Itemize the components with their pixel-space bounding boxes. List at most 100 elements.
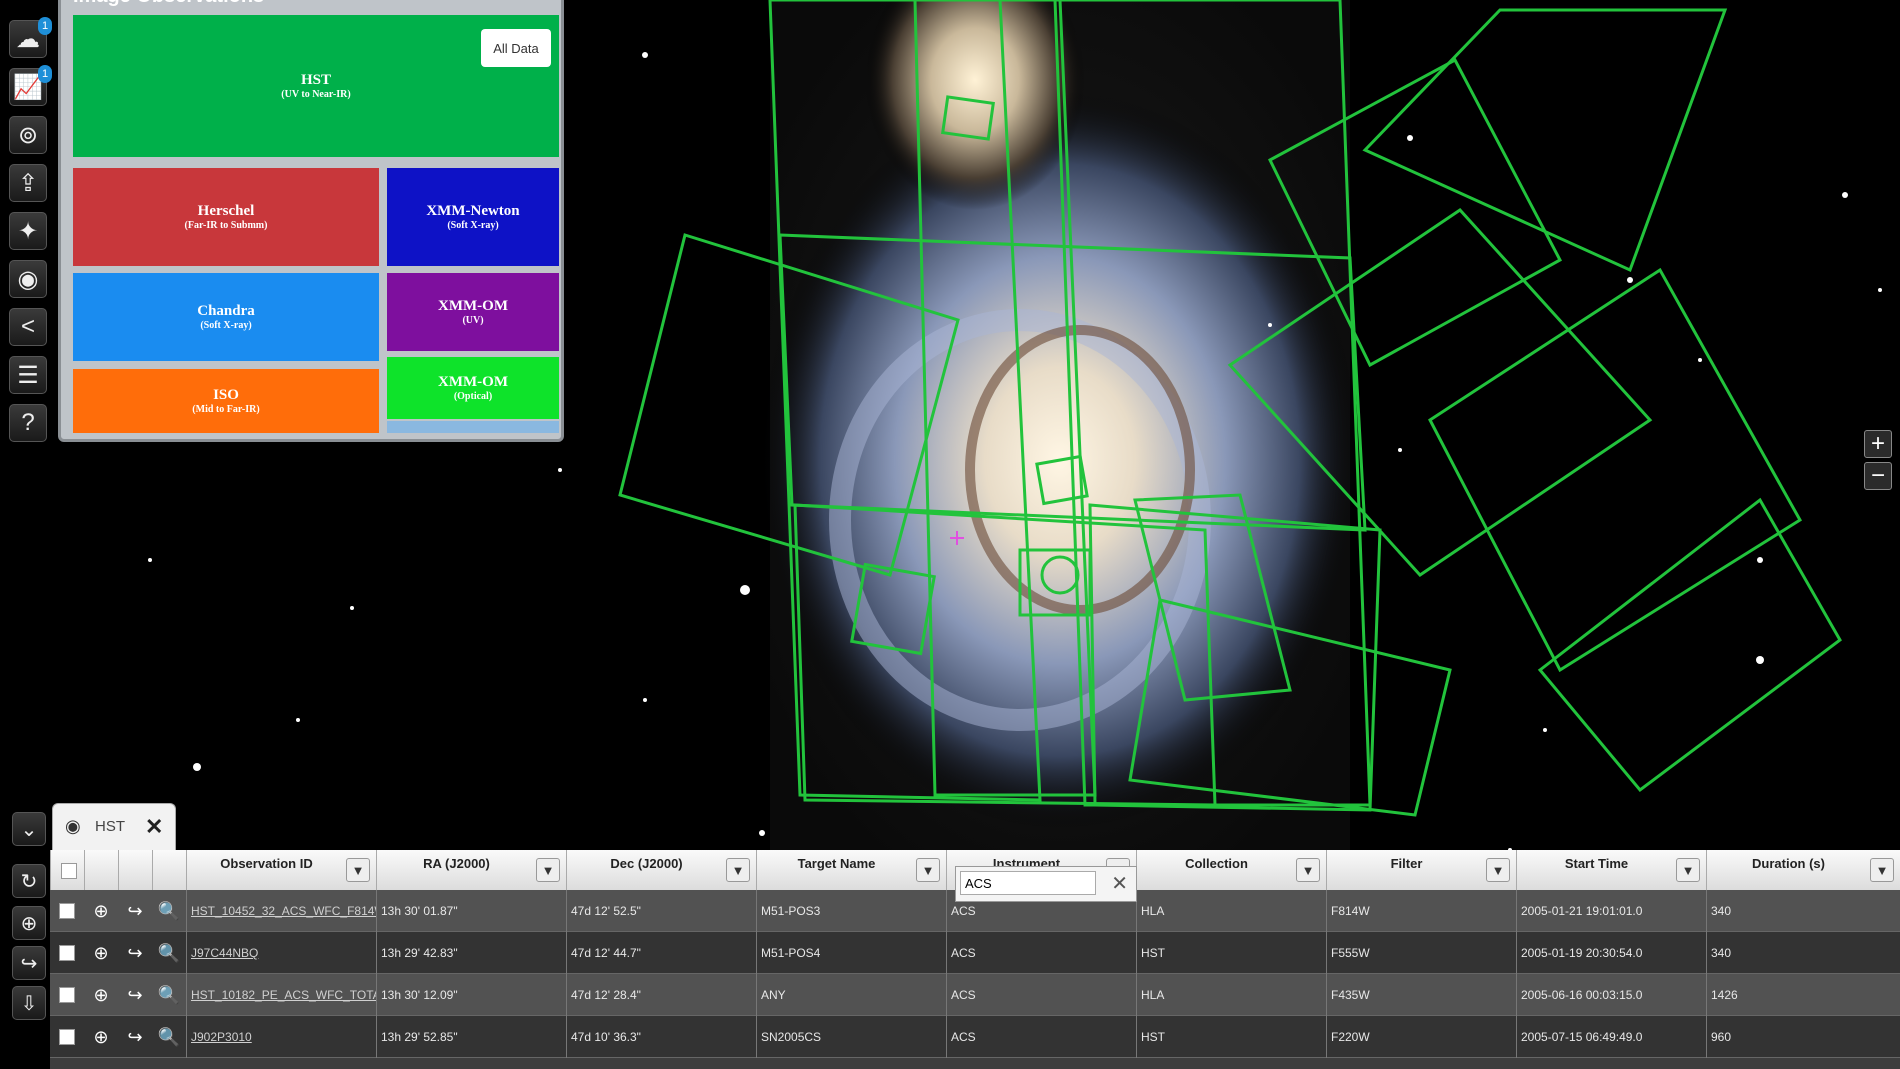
filter-icon[interactable]: ▼	[536, 858, 560, 882]
menu-icon[interactable]: ☰	[9, 356, 47, 394]
preview-icon[interactable]: 🔍	[152, 974, 186, 1016]
table-row[interactable]: ⊕ ↪ 🔍 HST_10182_PE_ACS_WFC_TOTAL 13h 30' 12.…	[50, 974, 1900, 1016]
table-cell: 2005-01-19 20:30:54.0	[1516, 932, 1706, 974]
target-icon[interactable]: ⊕	[84, 1016, 118, 1058]
select-all-checkbox[interactable]	[61, 863, 77, 879]
target-icon[interactable]: ⊕	[84, 890, 118, 932]
tile-chandra[interactable]: Chandra (Soft X-ray)	[73, 273, 379, 361]
send-icon[interactable]: ↪	[118, 932, 152, 974]
panel-title: Image Observations	[73, 0, 264, 8]
tab-hst[interactable]: ◉ HST ✕	[52, 803, 176, 851]
tile-xmm-newton[interactable]: XMM-Newton (Soft X-ray)	[387, 168, 559, 266]
zoom-out-button[interactable]: −	[1864, 462, 1892, 490]
share-icon[interactable]: <	[9, 308, 47, 346]
table-cell: HLA	[1136, 890, 1326, 932]
tile-iso[interactable]: ISO (Mid to Far-IR)	[73, 369, 379, 433]
tile-range: (Optical)	[453, 391, 493, 402]
chart-icon[interactable]: 📈 1	[9, 65, 52, 106]
row-checkbox[interactable]	[50, 1016, 84, 1058]
column-title: Start Time	[1564, 856, 1629, 871]
tile-name: ISO	[213, 387, 239, 403]
table-cell: F555W	[1326, 932, 1516, 974]
eye-icon[interactable]: ◉	[65, 816, 81, 837]
tile-xmm-om-optical[interactable]: XMM-OM (Optical)	[387, 357, 559, 419]
help-icon[interactable]: ?	[9, 404, 47, 442]
refresh-icon[interactable]: ↻	[12, 864, 46, 898]
table-row[interactable]: ⊕ ↪ 🔍 J97C44NBQ 13h 29' 42.83" 47d 12' 44.7" M…	[50, 932, 1900, 974]
table-cell: 13h 30' 01.87"	[376, 890, 566, 932]
observation-id-link[interactable]: HST_10182_PE_ACS_WFC_TOTAL	[186, 974, 376, 1016]
tile-name: XMM-Newton	[426, 203, 520, 219]
table-cell: 2005-07-15 06:49:49.0	[1516, 1016, 1706, 1058]
tab-label: HST	[95, 818, 125, 835]
tile-other[interactable]	[387, 421, 559, 433]
table-cell: 340	[1706, 890, 1900, 932]
preview-icon[interactable]: 🔍	[152, 890, 186, 932]
table-cell: 1426	[1706, 974, 1900, 1016]
target-icon[interactable]: ⊕	[84, 974, 118, 1016]
target-icon[interactable]: ⊕	[12, 906, 46, 940]
observation-id-link[interactable]: J97C44NBQ	[186, 932, 376, 974]
zoom-in-button[interactable]: +	[1864, 430, 1892, 458]
column-ra[interactable]: RA (J2000) ▼	[376, 850, 566, 890]
send-icon[interactable]: ↪	[118, 890, 152, 932]
row-checkbox[interactable]	[50, 932, 84, 974]
table-cell: ACS	[946, 932, 1136, 974]
camera-icon[interactable]: ◉	[9, 260, 47, 298]
table-cell: HLA	[1136, 974, 1326, 1016]
row-checkbox[interactable]	[50, 890, 84, 932]
all-data-button[interactable]: All Data	[481, 29, 551, 67]
table-cell: 2005-06-16 00:03:15.0	[1516, 974, 1706, 1016]
send-icon[interactable]: ↪	[118, 1016, 152, 1058]
column-duration[interactable]: Duration (s) ▼	[1706, 850, 1900, 890]
tile-range: (Soft X-ray)	[200, 320, 252, 331]
column-target-name[interactable]: Target Name ▼	[756, 850, 946, 890]
instrument-filter-input[interactable]	[960, 871, 1096, 895]
preview-icon[interactable]: 🔍	[152, 1016, 186, 1058]
column-dec[interactable]: Dec (J2000) ▼	[566, 850, 756, 890]
send-icon[interactable]: ↪	[12, 946, 46, 980]
filter-icon[interactable]: ▼	[1296, 858, 1320, 882]
column-observation-id[interactable]: Observation ID ▼	[186, 850, 376, 890]
send-icon[interactable]: ↪	[118, 974, 152, 1016]
table-cell: ACS	[946, 1016, 1136, 1058]
filter-icon[interactable]: ▼	[1486, 858, 1510, 882]
badge-count: 1	[38, 65, 52, 83]
filter-icon[interactable]: ▼	[916, 858, 940, 882]
column-collection[interactable]: Collection ▼	[1136, 850, 1326, 890]
download-icon[interactable]: ⇩	[12, 986, 46, 1020]
tile-name: XMM-OM	[438, 298, 508, 314]
column-title: Collection	[1185, 856, 1248, 871]
tile-xmm-om-uv[interactable]: XMM-OM (UV)	[387, 273, 559, 351]
row-checkbox[interactable]	[50, 974, 84, 1016]
collapse-icon[interactable]: ⌄	[12, 812, 46, 846]
column-title: Observation ID	[220, 856, 313, 871]
target-icon[interactable]: ⊕	[84, 932, 118, 974]
filter-icon[interactable]: ▼	[1870, 858, 1894, 882]
galaxy-icon[interactable]: ⊚	[9, 116, 47, 154]
column-start-time[interactable]: Start Time ▼	[1516, 850, 1706, 890]
observation-id-link[interactable]: J902P3010	[186, 1016, 376, 1058]
clear-filter-icon[interactable]: ✕	[1111, 871, 1128, 896]
table-cell: F435W	[1326, 974, 1516, 1016]
telescope-icon[interactable]: ✦	[9, 212, 47, 250]
tile-herschel[interactable]: Herschel (Far-IR to Submm)	[73, 168, 379, 266]
table-cell: 2005-01-21 19:01:01.0	[1516, 890, 1706, 932]
table-row[interactable]: ⊕ ↪ 🔍 J902P3010 13h 29' 52.85" 47d 10' 36.3" S…	[50, 1016, 1900, 1058]
tile-range: (Far-IR to Submm)	[184, 220, 268, 231]
table-cell: 47d 12' 52.5"	[566, 890, 756, 932]
table-cell: 47d 12' 28.4"	[566, 974, 756, 1016]
sky-icon[interactable]: ☁ 1	[9, 17, 52, 58]
filter-icon[interactable]: ▼	[346, 858, 370, 882]
upload-icon[interactable]: ⇪	[9, 164, 47, 202]
filter-icon[interactable]: ▼	[1676, 858, 1700, 882]
left-toolbar: ☁ 1 📈 1 ⊚ ⇪ ✦ ◉ < ☰ ?	[4, 0, 54, 450]
column-filter[interactable]: Filter ▼	[1326, 850, 1516, 890]
table-cell: ACS	[946, 974, 1136, 1016]
preview-icon[interactable]: 🔍	[152, 932, 186, 974]
close-icon[interactable]: ✕	[145, 814, 163, 840]
observation-id-link[interactable]: HST_10452_32_ACS_WFC_F814W	[186, 890, 376, 932]
filter-icon[interactable]: ▼	[726, 858, 750, 882]
tile-name: Chandra	[197, 303, 255, 319]
column-title: Duration (s)	[1752, 856, 1825, 871]
